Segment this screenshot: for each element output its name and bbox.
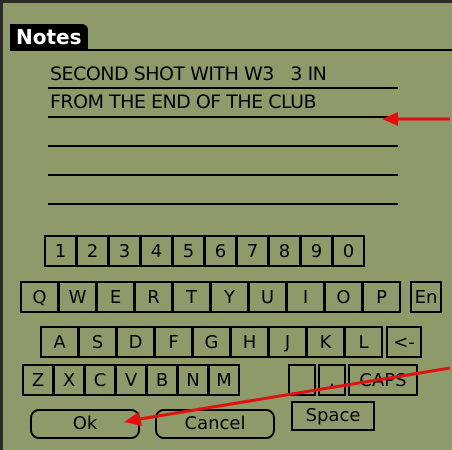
title-divider: [10, 49, 452, 51]
key-p[interactable]: P: [362, 281, 401, 313]
language-key[interactable]: En: [410, 281, 442, 313]
key-f[interactable]: F: [154, 326, 193, 358]
note-line-1[interactable]: SECOND SHOT WITH W3 3 IN: [50, 64, 410, 84]
key-k[interactable]: K: [306, 326, 345, 358]
note-underline: [48, 145, 398, 147]
note-underline: [48, 87, 398, 89]
key-1[interactable]: 1: [44, 235, 77, 267]
key-l[interactable]: L: [344, 326, 383, 358]
screen-frame: [0, 0, 3, 450]
key-6[interactable]: 6: [204, 235, 237, 267]
key-r[interactable]: R: [134, 281, 173, 313]
key-o[interactable]: O: [324, 281, 363, 313]
key-w[interactable]: W: [58, 281, 97, 313]
key-a[interactable]: A: [40, 326, 79, 358]
annotation-arrow: [124, 366, 451, 426]
key-4[interactable]: 4: [140, 235, 173, 267]
key-t[interactable]: T: [172, 281, 211, 313]
key-j[interactable]: J: [268, 326, 307, 358]
key-0[interactable]: 0: [332, 235, 365, 267]
screen-frame-top: [0, 0, 452, 3]
key-s[interactable]: S: [78, 326, 117, 358]
key-q[interactable]: Q: [20, 281, 59, 313]
key-8[interactable]: 8: [268, 235, 301, 267]
key-h[interactable]: H: [230, 326, 269, 358]
note-underline: [48, 174, 398, 176]
annotation-arrow: [382, 112, 450, 126]
key-e[interactable]: E: [96, 281, 135, 313]
note-underline: [48, 116, 398, 118]
notes-screen: Notes SECOND SHOT WITH W3 3 IN FROM THE …: [0, 0, 452, 450]
key-z[interactable]: Z: [22, 364, 54, 396]
key-7[interactable]: 7: [236, 235, 269, 267]
key-9[interactable]: 9: [300, 235, 333, 267]
key-i[interactable]: I: [286, 281, 325, 313]
key-u[interactable]: U: [248, 281, 287, 313]
note-underline: [48, 203, 398, 205]
key-d[interactable]: D: [116, 326, 155, 358]
key-g[interactable]: G: [192, 326, 231, 358]
key-c[interactable]: C: [84, 364, 116, 396]
key-x[interactable]: X: [53, 364, 85, 396]
title-tab: Notes: [10, 24, 88, 51]
key-2[interactable]: 2: [76, 235, 109, 267]
key-5[interactable]: 5: [172, 235, 205, 267]
key-3[interactable]: 3: [108, 235, 141, 267]
note-line-2[interactable]: FROM THE END OF THE CLUB: [50, 92, 410, 112]
key-y[interactable]: Y: [210, 281, 249, 313]
backspace-key[interactable]: <-: [386, 326, 422, 358]
